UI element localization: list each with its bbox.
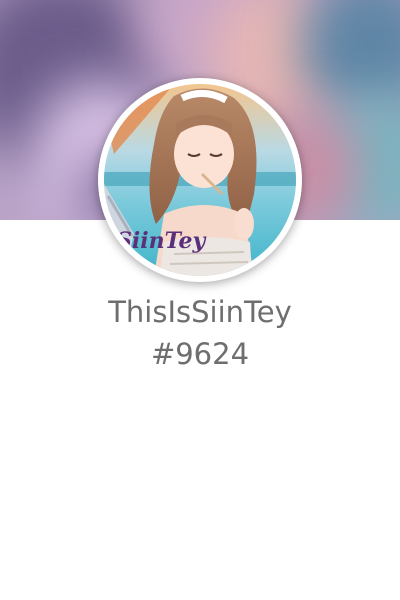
avatar-image: SiinTey [104, 84, 296, 276]
avatar-watermark-text: SiinTey [116, 228, 207, 254]
username: ThisIsSiinTey [108, 295, 292, 329]
profile-card: SiinTey ThisIsSiinTey #9624 [0, 0, 400, 600]
discriminator: #9624 [150, 337, 250, 371]
avatar[interactable]: SiinTey [98, 78, 302, 282]
